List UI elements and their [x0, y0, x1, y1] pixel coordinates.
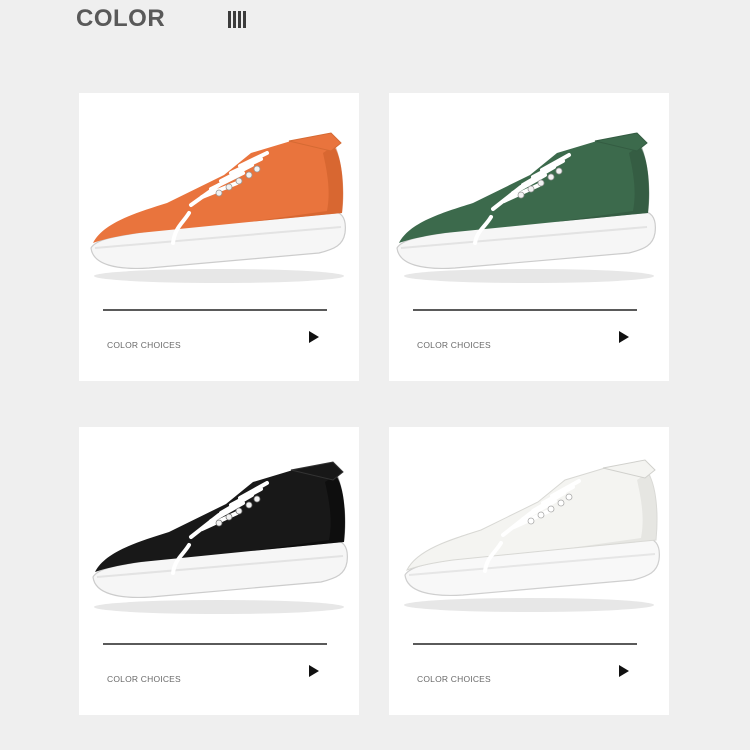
play-triangle-icon[interactable] — [619, 331, 633, 345]
black-sneaker-image — [92, 461, 348, 614]
divider-line — [413, 643, 637, 645]
orange-sneaker-image — [90, 132, 346, 283]
divider-line — [103, 309, 327, 311]
color-choices-page: COLOR COLOR CHOICES COLOR CHOICES COLOR … — [0, 0, 750, 750]
product-card-orange[interactable]: COLOR CHOICES — [79, 93, 359, 381]
color-choices-caption: COLOR CHOICES — [107, 340, 181, 350]
color-choices-caption: COLOR CHOICES — [417, 674, 491, 684]
play-triangle-icon[interactable] — [619, 665, 633, 679]
product-card-green[interactable]: COLOR CHOICES — [389, 93, 669, 381]
product-card-black[interactable]: COLOR CHOICES — [79, 427, 359, 715]
divider-line — [413, 309, 637, 311]
green-sneaker-image — [396, 132, 656, 283]
white-sneaker-image — [404, 459, 660, 612]
page-title: COLOR — [76, 5, 166, 32]
color-choices-caption: COLOR CHOICES — [417, 340, 491, 350]
play-triangle-icon[interactable] — [309, 331, 323, 345]
product-card-white[interactable]: COLOR CHOICES — [389, 427, 669, 715]
divider-line — [103, 643, 327, 645]
four-vertical-bars-icon — [228, 11, 246, 28]
color-choices-caption: COLOR CHOICES — [107, 674, 181, 684]
play-triangle-icon[interactable] — [309, 665, 323, 679]
